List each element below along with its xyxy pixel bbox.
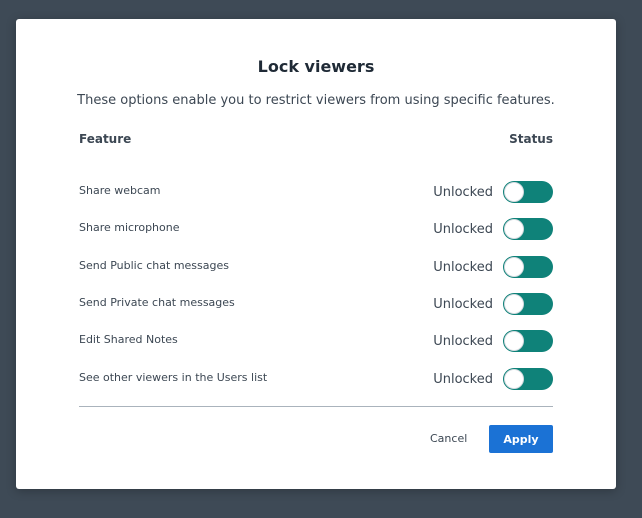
- public-chat-lock-toggle[interactable]: [503, 256, 553, 278]
- lock-row-label: Send Private chat messages: [79, 296, 235, 309]
- lock-row-shared-notes: Edit Shared Notes Unlocked: [79, 330, 553, 354]
- toggle-knob: [504, 257, 524, 277]
- lock-row-status: Unlocked: [433, 222, 493, 237]
- lock-row-public-chat: Send Public chat messages Unlocked: [79, 256, 553, 280]
- toggle-knob: [504, 369, 524, 389]
- lock-row-label: Share webcam: [79, 184, 161, 197]
- lock-row-users-list: See other viewers in the Users list Unlo…: [79, 368, 553, 392]
- lock-viewers-modal: Lock viewers These options enable you to…: [16, 19, 616, 489]
- users-list-lock-toggle[interactable]: [503, 368, 553, 390]
- lock-row-status: Unlocked: [433, 372, 493, 387]
- lock-row-status: Unlocked: [433, 185, 493, 200]
- modal-backdrop: Lock viewers These options enable you to…: [0, 0, 642, 518]
- toggle-knob: [504, 331, 524, 351]
- status-column-header: Status: [509, 132, 553, 146]
- lock-row-status: Unlocked: [433, 334, 493, 349]
- modal-subtitle: These options enable you to restrict vie…: [77, 93, 555, 108]
- footer-divider: [79, 406, 553, 407]
- toggle-knob: [504, 219, 524, 239]
- lock-row-status: Unlocked: [433, 297, 493, 312]
- feature-column-header: Feature: [79, 132, 132, 146]
- modal-title: Lock viewers: [257, 57, 375, 76]
- toggle-knob: [504, 182, 524, 202]
- lock-row-label: Share microphone: [79, 221, 180, 234]
- cancel-button[interactable]: Cancel: [430, 432, 467, 445]
- microphone-lock-toggle[interactable]: [503, 218, 553, 240]
- webcam-lock-toggle[interactable]: [503, 181, 553, 203]
- lock-row-microphone: Share microphone Unlocked: [79, 218, 553, 242]
- lock-row-label: Edit Shared Notes: [79, 333, 178, 346]
- lock-row-label: See other viewers in the Users list: [79, 371, 268, 384]
- lock-row-label: Send Public chat messages: [79, 259, 229, 272]
- private-chat-lock-toggle[interactable]: [503, 293, 553, 315]
- apply-button[interactable]: Apply: [489, 425, 553, 453]
- lock-row-status: Unlocked: [433, 260, 493, 275]
- lock-row-webcam: Share webcam Unlocked: [79, 181, 553, 205]
- lock-row-private-chat: Send Private chat messages Unlocked: [79, 293, 553, 317]
- toggle-knob: [504, 294, 524, 314]
- shared-notes-lock-toggle[interactable]: [503, 330, 553, 352]
